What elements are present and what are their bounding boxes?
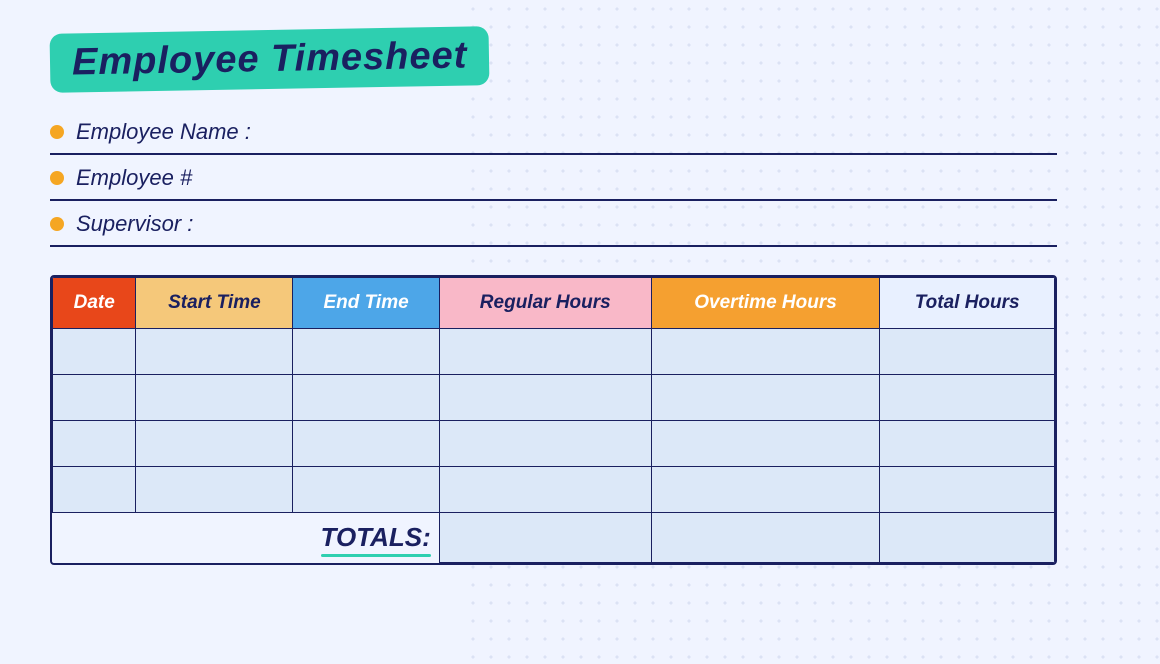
table-cell[interactable] <box>136 421 293 467</box>
supervisor-label: Supervisor : <box>76 211 193 237</box>
table-cell[interactable] <box>293 421 439 467</box>
table-cell[interactable] <box>53 329 136 375</box>
title-banner: Employee Timesheet <box>50 26 490 93</box>
table-cell[interactable] <box>53 467 136 513</box>
table-cell[interactable] <box>439 375 651 421</box>
employee-name-label: Employee Name : <box>76 119 251 145</box>
table-cell[interactable] <box>651 329 880 375</box>
timesheet-table: Date Start Time End Time Regular Hours O… <box>52 277 1055 563</box>
totals-cell[interactable] <box>880 513 1055 563</box>
table-cell[interactable] <box>880 329 1055 375</box>
employee-number-row: Employee # <box>50 165 1057 201</box>
col-header-regular-hours: Regular Hours <box>439 278 651 329</box>
totals-label: TOTALS: <box>321 522 431 553</box>
table-cell[interactable] <box>293 375 439 421</box>
table-cell[interactable] <box>439 421 651 467</box>
table-cell[interactable] <box>651 421 880 467</box>
table-cell[interactable] <box>880 421 1055 467</box>
timesheet-table-wrapper: Date Start Time End Time Regular Hours O… <box>50 275 1057 565</box>
table-cell[interactable] <box>651 467 880 513</box>
table-cell[interactable] <box>136 467 293 513</box>
table-row <box>53 329 1055 375</box>
table-row <box>53 375 1055 421</box>
col-header-overtime-hours: Overtime Hours <box>651 278 880 329</box>
bullet-icon <box>50 125 64 139</box>
totals-row: TOTALS: <box>53 513 1055 563</box>
table-cell[interactable] <box>136 329 293 375</box>
supervisor-row: Supervisor : <box>50 211 1057 247</box>
page-container: Employee Timesheet Employee Name : Emplo… <box>0 0 1160 595</box>
bullet-icon <box>50 171 64 185</box>
totals-cell[interactable] <box>439 513 651 563</box>
table-cell[interactable] <box>880 467 1055 513</box>
col-header-end-time: End Time <box>293 278 439 329</box>
totals-label-cell: TOTALS: <box>53 513 440 563</box>
col-header-total-hours: Total Hours <box>880 278 1055 329</box>
table-row <box>53 421 1055 467</box>
table-cell[interactable] <box>53 375 136 421</box>
table-cell[interactable] <box>880 375 1055 421</box>
employee-info-section: Employee Name : Employee # Supervisor : <box>50 119 1110 247</box>
employee-number-label: Employee # <box>76 165 192 191</box>
table-cell[interactable] <box>439 467 651 513</box>
table-cell[interactable] <box>651 375 880 421</box>
table-cell[interactable] <box>439 329 651 375</box>
table-cell[interactable] <box>136 375 293 421</box>
totals-cell[interactable] <box>651 513 880 563</box>
col-header-date: Date <box>53 278 136 329</box>
table-cell[interactable] <box>293 467 439 513</box>
table-cell[interactable] <box>53 421 136 467</box>
col-header-start-time: Start Time <box>136 278 293 329</box>
bullet-icon <box>50 217 64 231</box>
table-row <box>53 467 1055 513</box>
table-header-row: Date Start Time End Time Regular Hours O… <box>53 278 1055 329</box>
page-title: Employee Timesheet <box>72 35 468 84</box>
table-cell[interactable] <box>293 329 439 375</box>
employee-name-row: Employee Name : <box>50 119 1057 155</box>
